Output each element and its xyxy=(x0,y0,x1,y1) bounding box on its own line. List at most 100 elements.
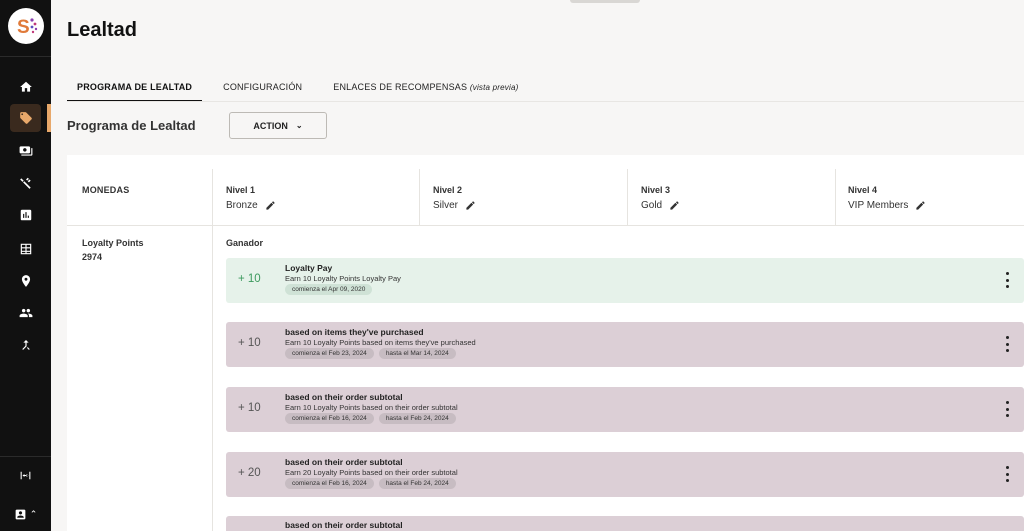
level-label: Nivel 4 xyxy=(848,185,878,195)
tab-label: CONFIGURACIÓN xyxy=(223,82,303,92)
action-button[interactable]: ACTION ⌄ xyxy=(229,112,327,139)
sidebar-item-tools[interactable] xyxy=(10,169,41,197)
sidebar-divider-bottom xyxy=(0,456,51,457)
rule-description: Earn 10 Loyalty Points based on items th… xyxy=(285,338,476,347)
rule-description: Earn 20 Loyalty Points based on their or… xyxy=(285,468,458,477)
tab-bar: PROGRAMA DE LEALTAD CONFIGURACIÓN ENLACE… xyxy=(67,78,528,102)
sidebar-item-home[interactable] xyxy=(10,73,41,101)
top-shadow xyxy=(570,0,640,3)
edit-icon[interactable] xyxy=(915,200,926,211)
level-1-header: Nivel 1 Bronze xyxy=(226,185,276,211)
sidebar-account-button[interactable]: ⌃ xyxy=(10,502,41,526)
level-4-header: Nivel 4 VIP Members xyxy=(848,185,926,211)
table-icon xyxy=(20,243,31,255)
merge-icon xyxy=(21,340,30,350)
chevron-down-icon: ⌄ xyxy=(295,121,303,130)
rule-start-badge: comienza el Feb 16, 2024 xyxy=(285,413,374,424)
tag-icon xyxy=(19,112,32,124)
sidebar-item-customers[interactable] xyxy=(10,299,41,327)
rule-menu-icon[interactable] xyxy=(1004,466,1010,482)
rule-points: + 10 xyxy=(238,337,261,349)
level-name: Silver xyxy=(433,200,459,211)
sidebar-active-marker xyxy=(47,104,51,132)
header-row-divider xyxy=(67,225,1024,226)
edit-icon[interactable] xyxy=(669,200,680,211)
sidebar: S ⌃ xyxy=(0,0,51,531)
rule-end-badge: hasta el Mar 14, 2024 xyxy=(378,348,456,359)
level-3-header: Nivel 3 Gold xyxy=(641,185,680,211)
tabs-divider xyxy=(67,101,1024,102)
rule-points: + 10 xyxy=(238,273,261,285)
edit-icon[interactable] xyxy=(465,200,476,211)
column-divider xyxy=(627,169,628,225)
currency-name: Loyalty Points xyxy=(82,238,144,248)
sidebar-item-integrations[interactable] xyxy=(10,331,41,359)
rule-menu-icon[interactable] xyxy=(1004,401,1010,417)
edit-icon[interactable] xyxy=(265,200,276,211)
level-label: Nivel 3 xyxy=(641,185,671,195)
home-icon xyxy=(19,81,32,92)
rule-menu-icon[interactable] xyxy=(1004,336,1010,352)
people-icon xyxy=(19,308,32,318)
tab-enlaces-de-recompensas[interactable]: ENLACES DE RECOMPENSAS (vista previa) xyxy=(323,78,528,102)
level-label: Nivel 2 xyxy=(433,185,463,195)
rule-start-badge: comienza el Feb 23, 2024 xyxy=(285,348,374,359)
sidebar-item-payments[interactable] xyxy=(10,137,41,165)
loyalty-program-card: MONEDAS Nivel 1 Bronze Nivel 2 Silver Ni… xyxy=(67,155,1024,531)
column-divider xyxy=(419,169,420,225)
chevron-up-icon: ⌃ xyxy=(29,508,38,519)
currency-column-header: MONEDAS xyxy=(82,185,130,195)
rule-card-loyalty-pay[interactable]: + 10 Loyalty Pay Earn 10 Loyalty Points … xyxy=(226,258,1024,303)
currency-value: 2974 xyxy=(82,252,103,262)
rule-end-badge: hasta el Feb 24, 2024 xyxy=(378,478,456,489)
logo-icon: S xyxy=(17,17,38,38)
rule-title: based on their order subtotal xyxy=(285,392,403,402)
rule-start-badge: comienza el Feb 16, 2024 xyxy=(285,478,374,489)
tab-hint: (vista previa) xyxy=(469,83,519,92)
rule-end-badge: hasta el Feb 24, 2024 xyxy=(378,413,456,424)
sidebar-item-locations[interactable] xyxy=(10,267,41,295)
level-name: VIP Members xyxy=(848,200,909,211)
rule-card-order-subtotal[interactable]: + 10 based on their order subtotal Earn … xyxy=(226,387,1024,432)
action-button-label: ACTION xyxy=(253,120,288,131)
rule-card-order-subtotal[interactable]: based on their order subtotal xyxy=(226,516,1024,531)
level-label: Nivel 1 xyxy=(226,185,256,195)
rule-title: based on their order subtotal xyxy=(285,457,403,467)
tab-programa-de-lealtad[interactable]: PROGRAMA DE LEALTAD xyxy=(67,78,203,102)
rule-group-label: Ganador xyxy=(226,238,264,248)
page-title: Lealtad xyxy=(67,19,138,41)
rule-points: + 10 xyxy=(238,402,261,414)
column-divider xyxy=(212,169,213,531)
rule-title: based on their order subtotal xyxy=(285,520,403,530)
location-icon xyxy=(21,275,30,287)
rule-card-items-purchased[interactable]: + 10 based on items they've purchased Ea… xyxy=(226,322,1024,367)
sidebar-item-reports[interactable] xyxy=(10,201,41,229)
rule-points: + 20 xyxy=(238,467,261,479)
section-title: Programa de Lealtad xyxy=(67,118,196,133)
account-icon xyxy=(15,509,26,519)
rule-description: Earn 10 Loyalty Points based on their or… xyxy=(285,403,458,412)
level-2-header: Nivel 2 Silver xyxy=(433,185,476,211)
column-divider xyxy=(835,169,836,225)
sidebar-item-loyalty[interactable] xyxy=(10,104,41,132)
rule-title: based on items they've purchased xyxy=(285,327,424,337)
svg-text:S: S xyxy=(17,17,30,38)
rule-description: Earn 10 Loyalty Points Loyalty Pay xyxy=(285,274,401,283)
rule-title: Loyalty Pay xyxy=(285,263,333,273)
sidebar-item-catalog[interactable] xyxy=(10,235,41,263)
tools-icon xyxy=(19,177,31,189)
chart-icon xyxy=(20,209,31,221)
sidebar-expand-button[interactable] xyxy=(10,463,41,487)
sidebar-divider xyxy=(0,56,51,57)
cash-icon xyxy=(19,146,32,156)
tab-configuracion[interactable]: CONFIGURACIÓN xyxy=(213,78,312,102)
rule-start-badge: comienza el Apr 09, 2020 xyxy=(285,284,373,295)
rule-card-order-subtotal[interactable]: + 20 based on their order subtotal Earn … xyxy=(226,452,1024,497)
tab-label: ENLACES DE RECOMPENSAS xyxy=(333,82,468,92)
level-name: Bronze xyxy=(226,200,258,211)
level-name: Gold xyxy=(641,200,663,211)
tab-label: PROGRAMA DE LEALTAD xyxy=(77,82,193,92)
rule-menu-icon[interactable] xyxy=(1004,272,1010,288)
app-logo[interactable]: S xyxy=(8,8,44,44)
expand-icon xyxy=(20,471,31,479)
